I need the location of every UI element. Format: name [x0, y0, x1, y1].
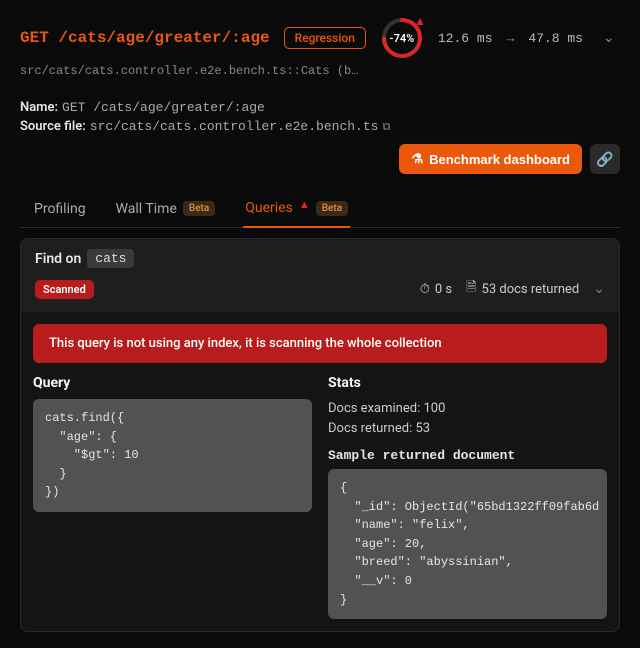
tab-profiling[interactable]: Profiling — [32, 192, 88, 227]
sample-doc: { "_id": ObjectId("65bd1322ff09fab6d "na… — [328, 469, 607, 619]
docs-returned-value: 53 — [415, 421, 430, 436]
warning-banner: This query is not using any index, it is… — [33, 324, 607, 363]
flask-icon: ⚗ — [411, 151, 423, 167]
docs-stat: 🗎 53 docs returned — [466, 278, 579, 300]
header: GET /cats/age/greater/:age Regression -7… — [20, 16, 620, 60]
query-panel: Find on cats Scanned ⏱ 0 s 🗎 53 docs ret… — [20, 238, 620, 632]
tab-walltime[interactable]: Wall Time Beta — [114, 192, 218, 227]
file-icon: 🗎 — [466, 278, 476, 300]
actions-row: ⚗ Benchmark dashboard 🔗 — [20, 144, 620, 174]
stats-heading: Stats — [328, 375, 607, 391]
collection-chip: cats — [87, 249, 134, 268]
tab-queries[interactable]: Queries ▲ Beta — [243, 192, 350, 228]
scanned-badge: Scanned — [35, 280, 94, 299]
tabs: Profiling Wall Time Beta Queries ▲ Beta — [20, 192, 620, 228]
beta-badge: Beta — [183, 201, 215, 216]
docs-returned-label: Docs returned: — [328, 421, 412, 436]
link-icon: 🔗 — [596, 151, 613, 168]
page-title: GET /cats/age/greater/:age — [20, 29, 270, 47]
link-button[interactable]: 🔗 — [590, 144, 620, 174]
source-label: Source file: — [20, 119, 86, 134]
chevron-down-icon[interactable]: ⌄ — [593, 281, 605, 297]
external-link-icon[interactable]: ⧉ — [382, 120, 390, 134]
benchmark-dashboard-button[interactable]: ⚗ Benchmark dashboard — [399, 144, 582, 174]
name-label: Name: — [20, 100, 58, 115]
docs-examined-value: 100 — [423, 401, 445, 416]
dashboard-label: Benchmark dashboard — [429, 152, 570, 167]
name-value: GET /cats/age/greater/:age — [62, 100, 265, 115]
detail-grid: Query cats.find({ "age": { "$gt": 10 } }… — [21, 375, 619, 631]
tab-queries-label: Queries — [245, 200, 293, 216]
query-column: Query cats.find({ "age": { "$gt": 10 } }… — [33, 375, 312, 619]
warning-icon: ▲ — [414, 14, 426, 28]
find-label: Find on — [35, 251, 81, 267]
source-value: src/cats/cats.controller.e2e.bench.ts — [90, 119, 379, 134]
docs-value: 53 docs returned — [482, 282, 580, 297]
chevron-down-icon[interactable]: ⌄ — [597, 30, 615, 47]
warning-icon: ▲ — [299, 198, 310, 211]
duration-stat: ⏱ 0 s — [420, 282, 452, 297]
stopwatch-icon: ⏱ — [420, 282, 430, 297]
tab-walltime-label: Wall Time — [116, 201, 177, 217]
perf-gauge: -74% ▲ — [380, 16, 424, 60]
regression-badge: Regression — [284, 27, 366, 49]
time-before: 12.6 ms — [438, 31, 493, 46]
breadcrumb-path: src/cats/cats.controller.e2e.bench.ts::C… — [20, 64, 360, 78]
arrow-icon: → — [507, 31, 515, 46]
tab-profiling-label: Profiling — [34, 201, 86, 217]
docs-examined-label: Docs examined: — [328, 401, 420, 416]
time-after: 47.8 ms — [528, 31, 583, 46]
sample-heading: Sample returned document — [328, 448, 607, 463]
panel-header: Find on cats Scanned ⏱ 0 s 🗎 53 docs ret… — [21, 239, 619, 312]
query-code: cats.find({ "age": { "$gt": 10 } }) — [33, 399, 312, 512]
timing-compare: 12.6 ms → 47.8 ms ⌄ — [438, 30, 615, 47]
duration-value: 0 s — [435, 282, 452, 297]
beta-badge: Beta — [316, 201, 348, 216]
query-heading: Query — [33, 375, 312, 391]
meta-block: Name: GET /cats/age/greater/:age Source … — [20, 100, 620, 134]
stats-column: Stats Docs examined: 100 Docs returned: … — [328, 375, 607, 619]
